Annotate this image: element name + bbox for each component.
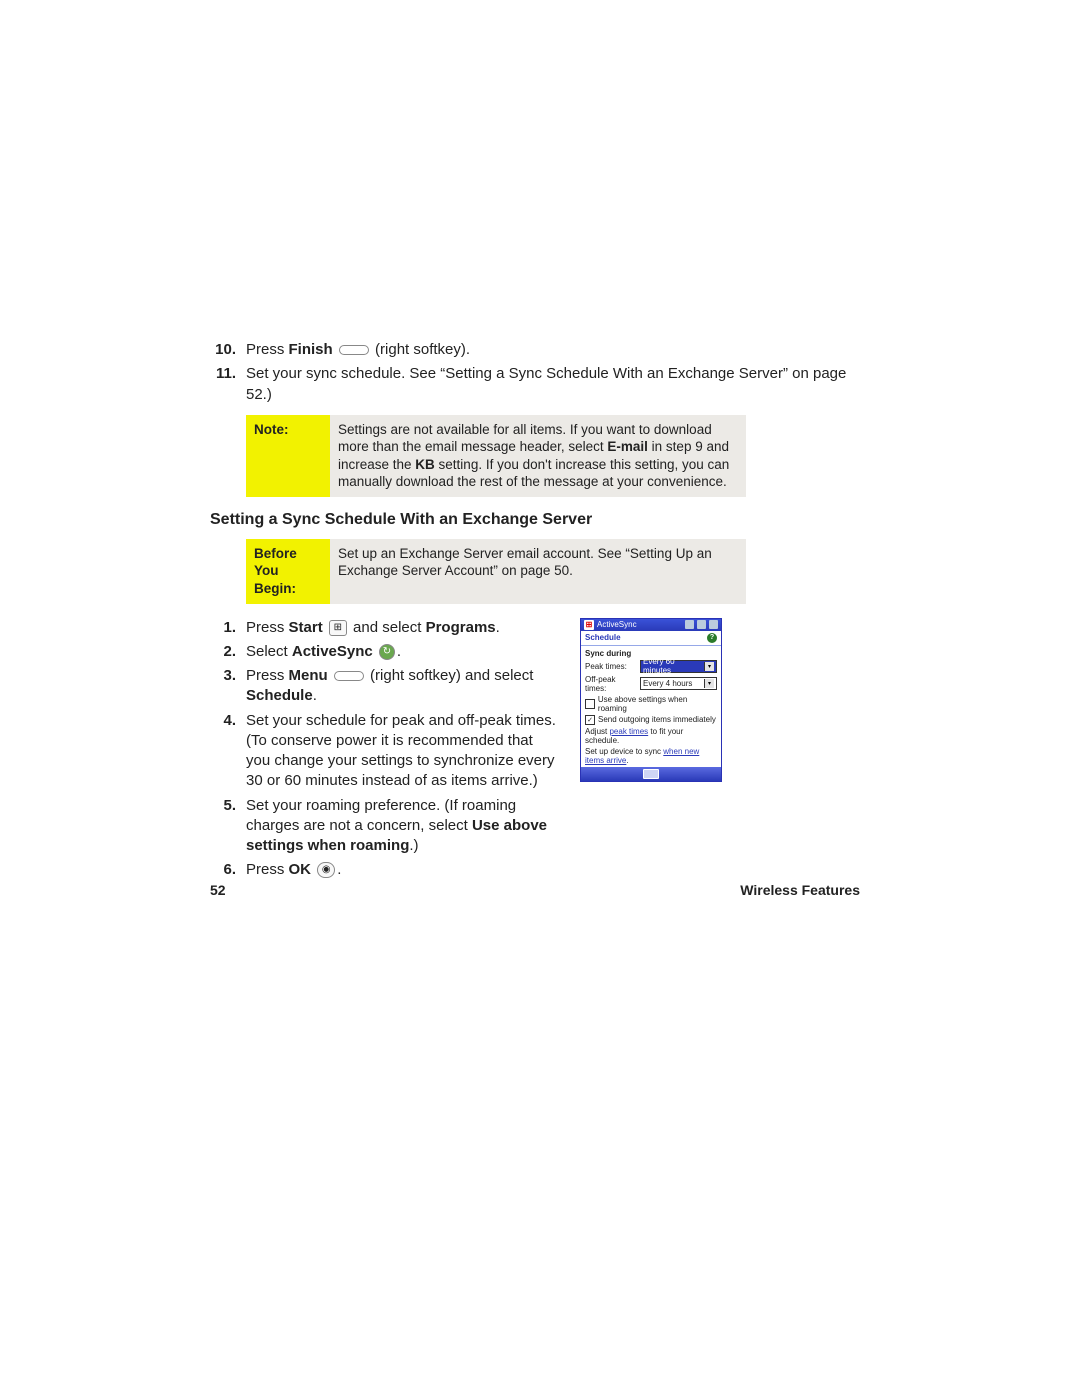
device-body: Sync during Peak times: Every 60 minutes… (581, 646, 721, 767)
softkey-icon (339, 345, 369, 355)
start-icon: ⊞ (329, 620, 347, 636)
list-item: 5.Set your roaming preference. (If roami… (210, 796, 560, 857)
chevron-down-icon: ▾ (704, 679, 714, 688)
step-number: 1. (210, 618, 236, 638)
page-number: 52 (210, 882, 226, 898)
continued-steps-list: 10. Press Finish (right softkey). 11. Set y… (210, 340, 860, 405)
step-text: Select ActiveSync ↻. (246, 642, 560, 662)
device-subbar: Schedule ? (581, 631, 721, 646)
peak-times-select[interactable]: Every 60 minutes ▾ (640, 660, 717, 673)
step-number: 3. (210, 666, 236, 707)
list-item: 10. Press Finish (right softkey). (210, 340, 860, 360)
device-title: ActiveSync (597, 620, 637, 629)
steps-and-figure-row: 1. Press Start ⊞ and select Programs. 2. Se… (210, 618, 860, 885)
note-body: Settings are not available for all items… (330, 415, 746, 497)
step-text: Set your roaming preference. (If roaming… (246, 796, 560, 857)
section-heading: Setting a Sync Schedule With an Exchange… (210, 511, 860, 529)
list-item: 1. Press Start ⊞ and select Programs. (210, 618, 560, 638)
before-body: Set up an Exchange Server email account.… (330, 539, 746, 604)
list-item: 4.Set your schedule for peak and off-pea… (210, 711, 560, 792)
checkbox-icon: ✓ (585, 715, 595, 725)
step-text: Press Start ⊞ and select Programs. (246, 618, 560, 638)
device-subtitle: Schedule (585, 633, 621, 642)
peak-times-label: Peak times: (585, 662, 637, 671)
list-item: 2. Select ActiveSync ↻. (210, 642, 560, 662)
step-number: 4. (210, 711, 236, 792)
ok-button-icon: ◉ (317, 862, 335, 878)
step-text: Set your sync schedule. See “Setting a S… (246, 364, 860, 405)
note-box: Note: Settings are not available for all… (246, 415, 746, 497)
offpeak-times-label: Off-peak times: (585, 675, 637, 693)
checkbox-icon (585, 699, 595, 709)
close-icon (709, 620, 718, 629)
step-number: 5. (210, 796, 236, 857)
activesync-icon: ↻ (379, 644, 395, 660)
page-footer: 52 Wireless Features (210, 882, 860, 898)
offpeak-times-select[interactable]: Every 4 hours ▾ (640, 677, 717, 690)
page-content: 10. Press Finish (right softkey). 11. Set y… (210, 340, 860, 885)
step-number: 10. (210, 340, 236, 360)
softkey-icon (334, 671, 364, 681)
list-item: 3.Press Menu (right softkey) and select … (210, 666, 560, 707)
peak-times-link[interactable]: peak times (609, 727, 648, 736)
step-number: 6. (210, 860, 236, 880)
roaming-checkbox-row[interactable]: Use above settings when roaming (585, 695, 717, 713)
step-text: Press OK ◉. (246, 860, 560, 880)
main-steps-list: 1. Press Start ⊞ and select Programs. 2. Se… (210, 618, 560, 885)
hint-new-items: Set up device to sync when new items arr… (585, 747, 717, 765)
step-number: 11. (210, 364, 236, 405)
before-you-begin-box: Before You Begin: Set up an Exchange Ser… (246, 539, 746, 604)
device-bottombar (581, 767, 721, 781)
windows-flag-icon: ⊞ (584, 620, 594, 630)
signal-icon (697, 620, 706, 629)
send-outgoing-checkbox-row[interactable]: ✓ Send outgoing items immediately (585, 715, 717, 725)
step-text: Set your schedule for peak and off-peak … (246, 711, 560, 792)
chevron-down-icon: ▾ (704, 662, 714, 671)
status-icon (685, 620, 694, 629)
footer-section: Wireless Features (740, 882, 860, 898)
hint-peak-times: Adjust peak times to fit your schedule. (585, 727, 717, 745)
step-number: 2. (210, 642, 236, 662)
help-icon: ? (707, 633, 717, 643)
step-text: Press Menu (right softkey) and select Sc… (246, 666, 560, 707)
device-screenshot: ⊞ ActiveSync Schedule ? Sync during Peak… (580, 618, 722, 782)
note-label: Note: (246, 415, 330, 497)
before-label: Before You Begin: (246, 539, 330, 604)
list-item: 11. Set your sync schedule. See “Setting … (210, 364, 860, 405)
keyboard-icon[interactable] (643, 769, 659, 779)
device-titlebar: ⊞ ActiveSync (581, 619, 721, 631)
step-text: Press Finish (right softkey). (246, 340, 860, 360)
list-item: 6. Press OK ◉. (210, 860, 560, 880)
